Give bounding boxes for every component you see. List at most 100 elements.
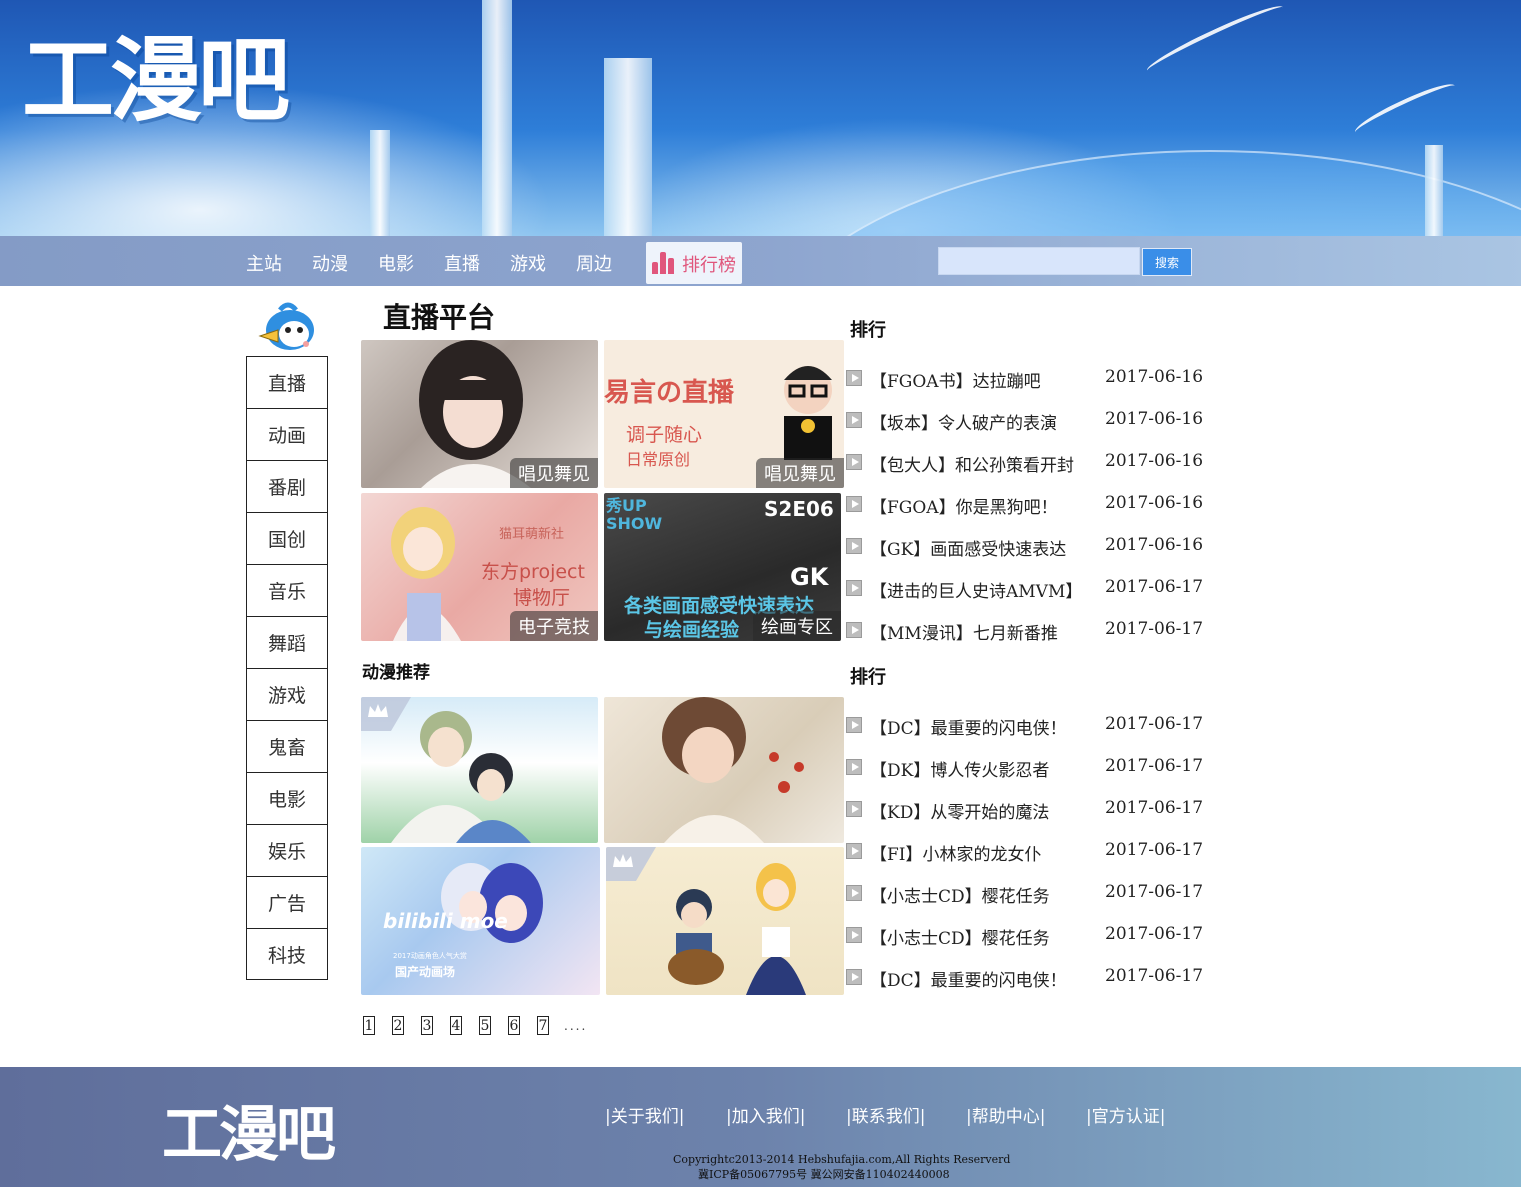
banner-bird (1143, 0, 1287, 79)
sidebar-item-animation[interactable]: 动画 (246, 408, 328, 460)
anime-tile-4[interactable] (606, 847, 844, 995)
sidebar-item-game[interactable]: 游戏 (246, 668, 328, 720)
bar-chart-icon (652, 252, 676, 274)
tile-caption: 唱见舞见 (756, 458, 844, 488)
banner-pillar (604, 58, 652, 236)
category-sidebar: 直播 动画 番剧 国创 音乐 舞蹈 游戏 鬼畜 电影 娱乐 广告 科技 (246, 356, 328, 980)
sidebar-item-guochuang[interactable]: 国创 (246, 512, 328, 564)
ranking-row-date: 2017-06-17 (1105, 924, 1204, 944)
sidebar-item-dance[interactable]: 舞蹈 (246, 616, 328, 668)
ranking-row[interactable]: 【DC】最重要的闪电侠！ 2017-06-17 (846, 966, 1203, 991)
play-icon (846, 580, 862, 596)
tile-subtitle: 调子随心 (626, 424, 703, 446)
streamer-avatar (784, 366, 832, 460)
nav-item-anime[interactable]: 动漫 (312, 250, 348, 276)
pagination: 1 2 3 4 5 6 7 .... (363, 1016, 587, 1035)
footer-link-certification[interactable]: |官方认证| (1086, 1102, 1165, 1127)
banner-planet (760, 150, 1521, 236)
nav-item-game[interactable]: 游戏 (510, 250, 546, 276)
sidebar-item-movie[interactable]: 电影 (246, 772, 328, 824)
ranking-row[interactable]: 【包大人】和公孙策看开封 2017-06-16 (846, 451, 1203, 476)
ranking-row[interactable]: 【DC】最重要的闪电侠！ 2017-06-17 (846, 714, 1203, 739)
play-icon (846, 801, 862, 817)
ranking-row[interactable]: 【MM漫讯】七月新番推 2017-06-17 (846, 619, 1203, 644)
ranking-row[interactable]: 【小志士CD】樱花任务 2017-06-17 (846, 924, 1203, 949)
ranking-row-title: 【MM漫讯】七月新番推 (870, 624, 1058, 644)
ranking-row[interactable]: 【GK】画面感受快速表达 2017-06-16 (846, 535, 1203, 560)
anime-tile-3[interactable]: bilibili moe 2017动画角色人气大赏 国产动画场 (361, 847, 600, 995)
anime-tile-1[interactable] (361, 697, 598, 843)
tile-caption: 绘画专区 (753, 611, 841, 641)
nav-bar (0, 236, 1521, 286)
ranking-row-title: 【KD】从零开始的魔法 (870, 803, 1050, 823)
page-link-5[interactable]: 5 (479, 1016, 491, 1035)
ranking-row-date: 2017-06-16 (1105, 535, 1204, 555)
anime-illustration (662, 697, 804, 843)
ranking-row[interactable]: 【进击的巨人史诗AMVM】 2017-06-17 (846, 577, 1203, 602)
sidebar-item-music[interactable]: 音乐 (246, 564, 328, 616)
play-icon (846, 412, 862, 428)
ranking-button-label: 排行榜 (682, 255, 736, 276)
live-tile-3[interactable]: 猫耳萌新社 东方project 博物厅 电子竞技 (361, 493, 598, 641)
play-icon (846, 969, 862, 985)
footer-link-contact[interactable]: |联系我们| (846, 1102, 925, 1127)
play-icon (846, 454, 862, 470)
play-icon (846, 759, 862, 775)
ranking-row-title: 【小志士CD】樱花任务 (870, 887, 1050, 907)
page-link-3[interactable]: 3 (421, 1016, 433, 1035)
tile-subtitle: 与绘画经验 (644, 619, 740, 641)
ranking-title: 排行 (850, 320, 886, 341)
sidebar-item-bangumi[interactable]: 番剧 (246, 460, 328, 512)
sidebar-item-live[interactable]: 直播 (246, 356, 328, 408)
ranking-row[interactable]: 【FI】小林家的龙女仆 2017-06-17 (846, 840, 1203, 865)
tile-episode: S2E06 (764, 497, 834, 521)
sidebar-item-ads[interactable]: 广告 (246, 876, 328, 928)
live-tile-1[interactable]: 唱见舞见 (361, 340, 598, 488)
sidebar-item-entertainment[interactable]: 娱乐 (246, 824, 328, 876)
ranking-row-title: 【DK】博人传火影忍者 (870, 761, 1050, 781)
footer-logo[interactable]: 工漫吧 (162, 1086, 336, 1173)
ranking-row[interactable]: 【DK】博人传火影忍者 2017-06-17 (846, 756, 1203, 781)
ranking-row-date: 2017-06-17 (1105, 966, 1204, 986)
live-section-title: 直播平台 (383, 301, 496, 334)
footer-link-join[interactable]: |加入我们| (726, 1102, 805, 1127)
tile-subtitle: 博物厅 (513, 587, 571, 609)
ranking-row[interactable]: 【KD】从零开始的魔法 2017-06-17 (846, 798, 1203, 823)
ranking-row[interactable]: 【FGOA】你是黑狗吧！ 2017-06-16 (846, 493, 1203, 518)
ranking-title: 排行 (850, 667, 886, 688)
page-link-2[interactable]: 2 (392, 1016, 404, 1035)
live-tile-2[interactable]: 易言の直播 调子随心 日常原创 唱见舞见 (604, 340, 844, 488)
ranking-row[interactable]: 【坂本】令人破产的表演 2017-06-16 (846, 409, 1203, 434)
site-logo[interactable]: 工漫吧 (22, 6, 290, 139)
page-link-1[interactable]: 1 (363, 1016, 375, 1035)
live-tile-4[interactable]: 秀UP SHOW S2E06 GK 各类画面感受快速表达 与绘画经验 绘画专区 (604, 493, 841, 641)
sidebar-item-kichiku[interactable]: 鬼畜 (246, 720, 328, 772)
tile-tiny-label: 2017动画角色人气大赏 (393, 952, 467, 960)
ranking-row-date: 2017-06-16 (1105, 367, 1204, 387)
play-icon (846, 538, 862, 554)
anime-tile-2[interactable] (604, 697, 844, 843)
page-link-4[interactable]: 4 (450, 1016, 462, 1035)
search-input[interactable] (938, 247, 1140, 275)
banner-pillar (370, 130, 390, 236)
page-link-7[interactable]: 7 (537, 1016, 549, 1035)
tile-subtitle: 国产动画场 (395, 965, 456, 979)
nav-item-movie[interactable]: 电影 (378, 250, 414, 276)
page-link-6[interactable]: 6 (508, 1016, 520, 1035)
nav-item-live[interactable]: 直播 (444, 250, 480, 276)
ranking-row[interactable]: 【小志士CD】樱花任务 2017-06-17 (846, 882, 1203, 907)
ranking-row-title: 【进击的巨人史诗AMVM】 (870, 582, 1083, 602)
tile-show-logo: 秀UP SHOW (606, 496, 663, 533)
nav-item-merch[interactable]: 周边 (576, 250, 612, 276)
icp-license-text: 冀ICP备05067795号 冀公网安备110402440008 (698, 1168, 950, 1181)
ranking-row-title: 【DC】最重要的闪电侠！ (870, 971, 1067, 991)
sidebar-item-tech[interactable]: 科技 (246, 928, 328, 980)
nav-item-main[interactable]: 主站 (246, 250, 282, 276)
footer-link-help[interactable]: |帮助中心| (966, 1102, 1045, 1127)
footer-link-about[interactable]: |关于我们| (605, 1102, 684, 1127)
ranking-row[interactable]: 【FGOA书】达拉蹦吧 2017-06-16 (846, 367, 1203, 392)
tile-caption: 电子竞技 (510, 611, 598, 641)
ranking-button[interactable]: 排行榜 (646, 242, 742, 284)
ranking-row-title: 【包大人】和公孙策看开封 (870, 456, 1074, 476)
search-button[interactable]: 搜索 (1142, 248, 1192, 276)
